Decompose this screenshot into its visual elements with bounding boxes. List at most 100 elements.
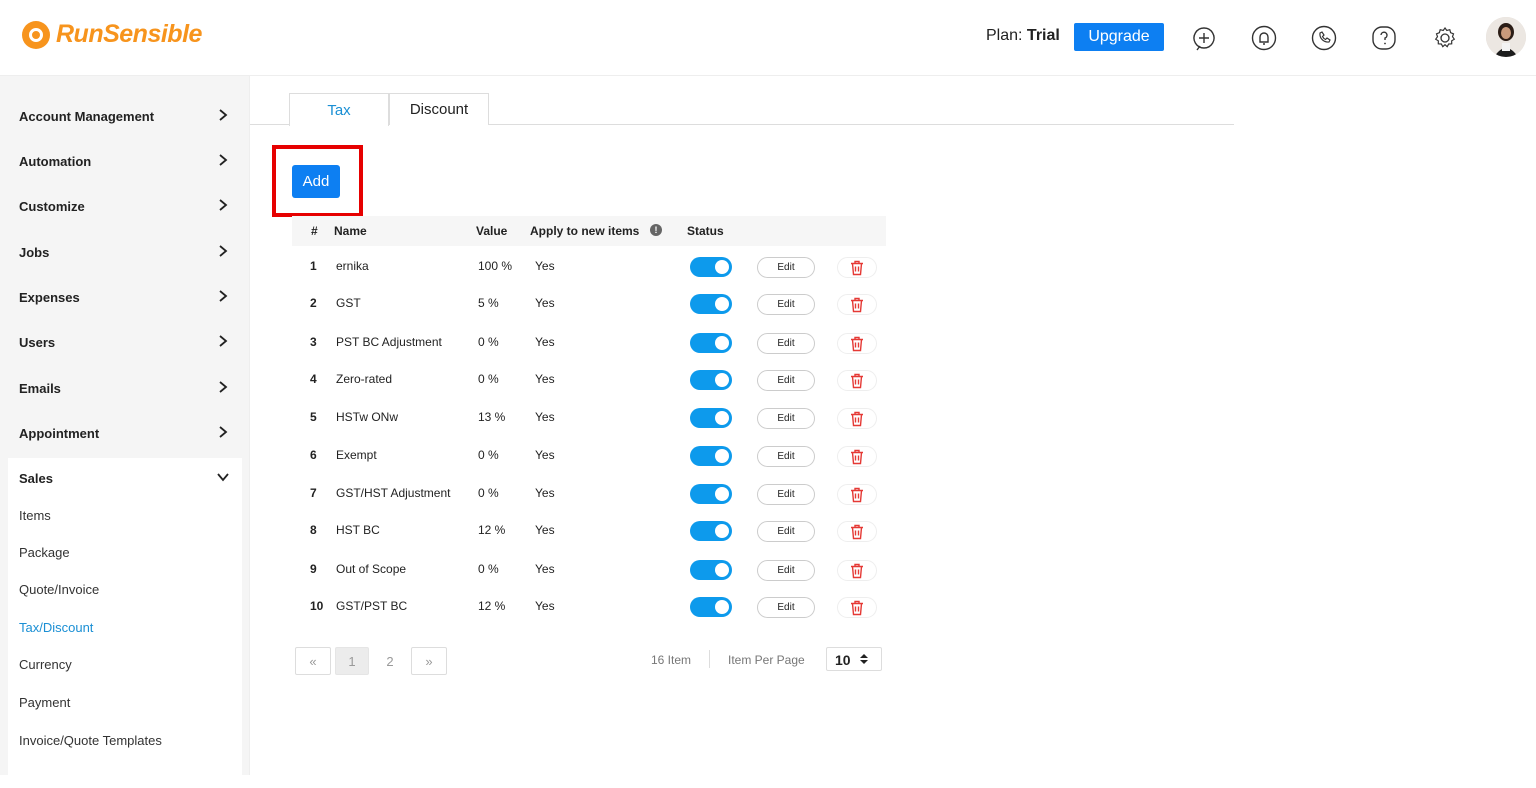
edit-button[interactable]: Edit [757, 446, 815, 467]
edit-button[interactable]: Edit [757, 333, 815, 354]
sidebar-item-expenses[interactable]: Expenses [0, 275, 242, 319]
divider [709, 650, 710, 668]
row-apply: Yes [535, 372, 555, 386]
edit-button[interactable]: Edit [757, 521, 815, 542]
per-page-select[interactable]: 10 [826, 647, 882, 671]
status-toggle[interactable] [690, 294, 732, 314]
sidebar-sub-currency[interactable]: Currency [19, 657, 72, 672]
sidebar-item-label: Sales [19, 470, 53, 486]
delete-button[interactable] [837, 408, 877, 429]
table-header: # Name Value Apply to new items ! Status [292, 216, 886, 246]
status-toggle[interactable] [690, 446, 732, 466]
next-page-button[interactable]: » [411, 647, 447, 675]
sidebar-item-customize[interactable]: Customize [0, 184, 242, 228]
phone-icon[interactable] [1310, 24, 1338, 52]
status-toggle[interactable] [690, 257, 732, 277]
delete-button[interactable] [837, 560, 877, 581]
row-name: GST/HST Adjustment [336, 486, 451, 500]
row-value: 12 % [478, 523, 506, 537]
status-toggle[interactable] [690, 370, 732, 390]
upgrade-button[interactable]: Upgrade [1074, 23, 1164, 51]
delete-button[interactable] [837, 521, 877, 542]
row-name: GST/PST BC [336, 599, 408, 613]
sidebar-sub-tax-discount[interactable]: Tax/Discount [19, 620, 93, 635]
row-number: 5 [310, 410, 317, 424]
col-status: Status [687, 224, 724, 238]
table-row: 7 GST/HST Adjustment 0 % Yes Edit [292, 473, 886, 511]
row-apply: Yes [535, 448, 555, 462]
help-icon[interactable] [1370, 24, 1398, 52]
table-row: 8 HST BC 12 % Yes Edit [292, 510, 886, 548]
add-icon[interactable] [1190, 24, 1218, 52]
sidebar-sub-items[interactable]: Items [19, 508, 51, 523]
logo[interactable]: RunSensible [22, 20, 202, 49]
table-row: 2 GST 5 % Yes Edit [292, 283, 886, 321]
status-toggle[interactable] [690, 560, 732, 580]
row-value: 0 % [478, 486, 499, 500]
delete-button[interactable] [837, 294, 877, 315]
sidebar-item-label: Automation [19, 153, 92, 169]
chevron-right-icon [219, 109, 228, 121]
table-row: 10 GST/PST BC 12 % Yes Edit [292, 586, 886, 624]
sidebar-item-emails[interactable]: Emails [0, 366, 242, 410]
chevron-right-icon [219, 154, 228, 166]
delete-button[interactable] [837, 257, 877, 278]
delete-button[interactable] [837, 484, 877, 505]
row-number: 2 [310, 296, 317, 310]
delete-button[interactable] [837, 333, 877, 354]
row-value: 12 % [478, 599, 506, 613]
tab-tax[interactable]: Tax [289, 93, 389, 126]
edit-button[interactable]: Edit [757, 597, 815, 618]
sidebar-item-sales[interactable]: Sales [0, 456, 242, 500]
edit-button[interactable]: Edit [757, 370, 815, 391]
row-value: 5 % [478, 296, 499, 310]
sidebar-item-jobs[interactable]: Jobs [0, 230, 242, 274]
sidebar-sub-invoice-quote-templates[interactable]: Invoice/Quote Templates [19, 733, 162, 748]
row-apply: Yes [535, 259, 555, 273]
trash-icon [851, 449, 863, 464]
sidebar-item-label: Customize [19, 198, 85, 214]
edit-button[interactable]: Edit [757, 257, 815, 278]
tab-discount[interactable]: Discount [389, 93, 489, 125]
row-apply: Yes [535, 486, 555, 500]
bell-icon[interactable] [1250, 24, 1278, 52]
row-number: 8 [310, 523, 317, 537]
trash-icon [851, 297, 863, 312]
user-avatar[interactable] [1486, 17, 1526, 57]
sidebar-sub-payment[interactable]: Payment [19, 695, 70, 710]
gear-icon[interactable] [1431, 24, 1459, 52]
table-row: 4 Zero-rated 0 % Yes Edit [292, 359, 886, 397]
status-toggle[interactable] [690, 333, 732, 353]
edit-button[interactable]: Edit [757, 294, 815, 315]
tab-bar: Tax Discount [250, 93, 1234, 126]
page-1-button[interactable]: 1 [335, 647, 369, 675]
delete-button[interactable] [837, 597, 877, 618]
logo-mark-icon [22, 20, 50, 49]
delete-button[interactable] [837, 370, 877, 391]
status-toggle[interactable] [690, 597, 732, 617]
status-toggle[interactable] [690, 521, 732, 541]
row-number: 1 [310, 259, 317, 273]
sidebar-item-account-management[interactable]: Account Management [0, 94, 242, 138]
prev-page-button[interactable]: « [295, 647, 331, 675]
delete-button[interactable] [837, 446, 877, 467]
sidebar-item-users[interactable]: Users [0, 320, 242, 364]
info-icon[interactable]: ! [650, 224, 662, 236]
sidebar-item-appointment[interactable]: Appointment [0, 411, 242, 455]
trash-icon [851, 487, 863, 502]
edit-button[interactable]: Edit [757, 560, 815, 581]
status-toggle[interactable] [690, 484, 732, 504]
sidebar-sub-quote-invoice[interactable]: Quote/Invoice [19, 582, 99, 597]
trash-icon [851, 563, 863, 578]
sort-arrows-icon [860, 654, 868, 664]
row-apply: Yes [535, 335, 555, 349]
status-toggle[interactable] [690, 408, 732, 428]
edit-button[interactable]: Edit [757, 484, 815, 505]
sidebar-sub-package[interactable]: Package [19, 545, 70, 560]
row-name: GST [336, 296, 361, 310]
edit-button[interactable]: Edit [757, 408, 815, 429]
page-2-button[interactable]: 2 [373, 647, 407, 675]
chevron-down-icon [217, 473, 229, 482]
sidebar-item-automation[interactable]: Automation [0, 139, 242, 183]
row-name: PST BC Adjustment [336, 335, 442, 349]
